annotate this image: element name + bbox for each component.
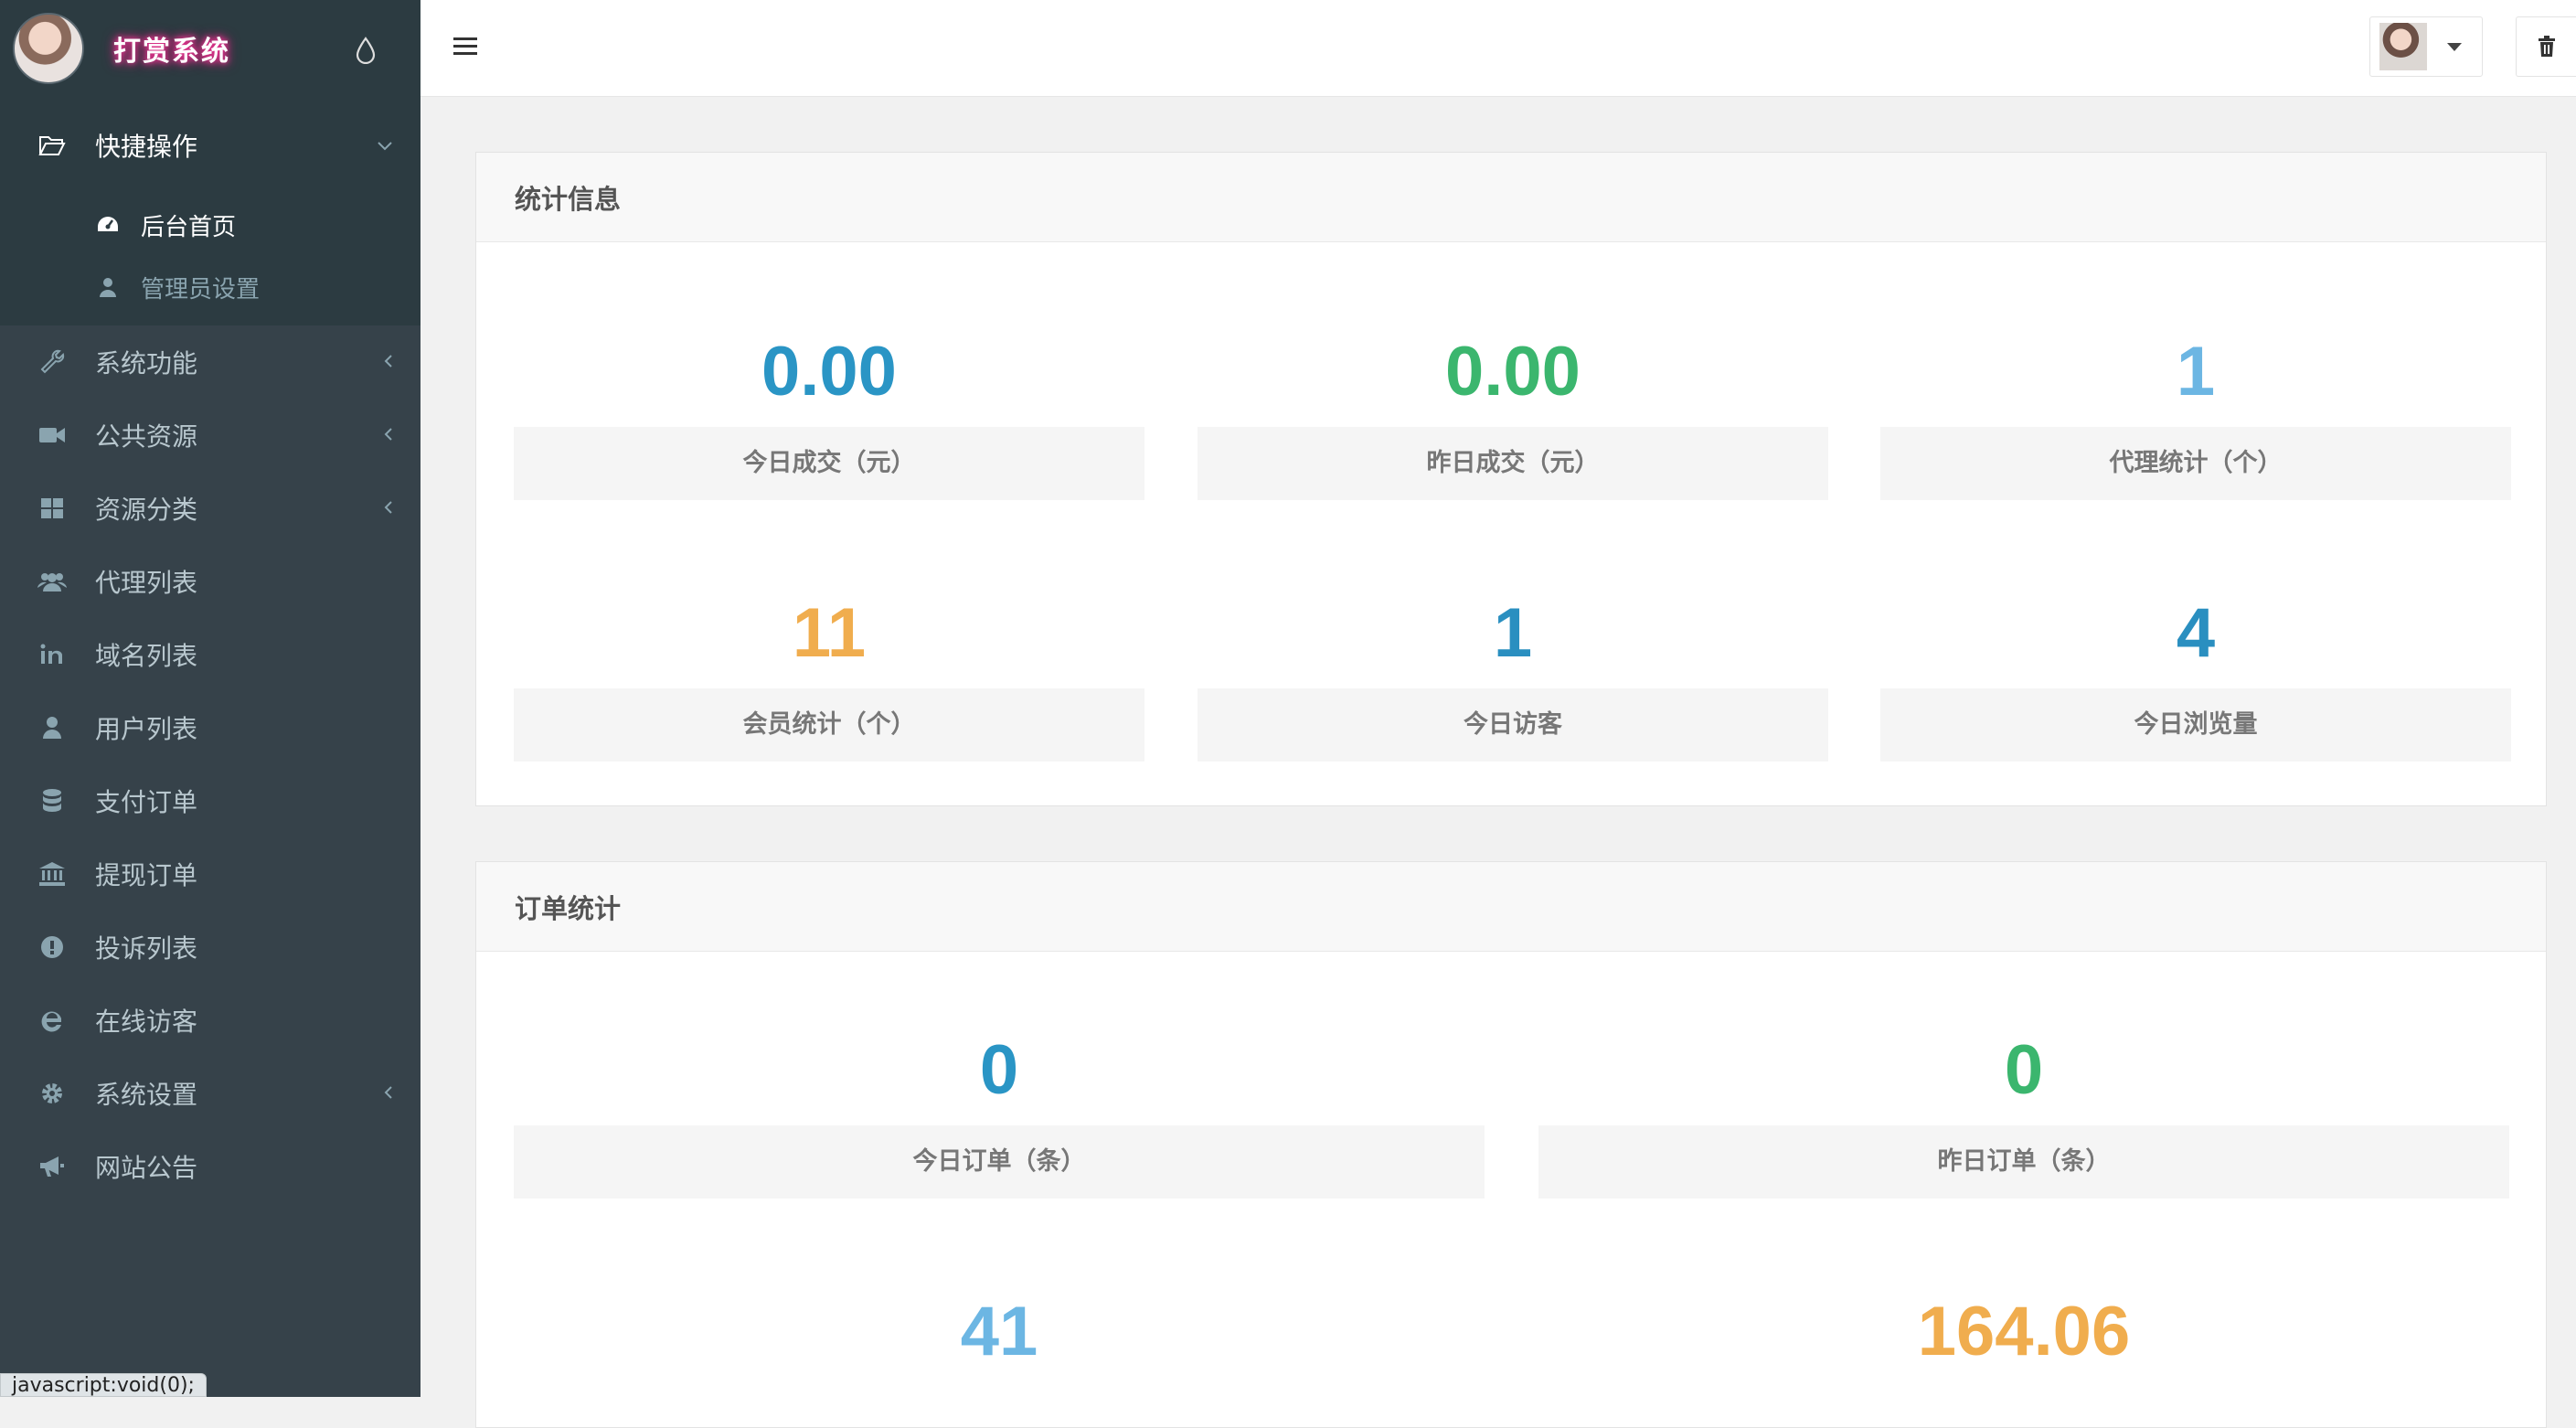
sidebar-item-label: 投诉列表 <box>95 933 198 964</box>
panel-title: 订单统计 <box>476 862 2546 952</box>
sidebar-item-domain-list[interactable]: 域名列表 <box>0 618 420 691</box>
stat-today-revenue: 0.00 今日成交（元） <box>514 317 1144 500</box>
stat-yesterday-orders: 0 昨日订单（条） <box>1538 1016 2509 1199</box>
sidebar-item-complaint-list[interactable]: 投诉列表 <box>0 911 420 984</box>
user-icon <box>95 274 121 300</box>
sidebar-item-resource-categories[interactable]: 资源分类 <box>0 472 420 545</box>
brand-header: 打赏系统 <box>0 0 420 97</box>
stat-value: 41 <box>960 1293 1038 1370</box>
sidebar-item-agent-list[interactable]: 代理列表 <box>0 545 420 618</box>
sidebar-item-online-visitors[interactable]: 在线访客 <box>0 984 420 1057</box>
stat-label: 代理统计（个） <box>1880 427 2511 500</box>
stat-value: 0.00 <box>1445 333 1581 410</box>
user-menu-dropdown[interactable] <box>2369 16 2483 77</box>
orders-panel: 订单统计 0 今日订单（条） 0 昨日订单（条） 41 164.06 <box>475 861 2547 1428</box>
sidebar-item-payment-orders[interactable]: 支付订单 <box>0 764 420 837</box>
sidebar-item-label: 资源分类 <box>95 495 198 525</box>
sidebar-item-user-list[interactable]: 用户列表 <box>0 691 420 764</box>
stat-label: 今日浏览量 <box>1880 688 2511 762</box>
user-icon <box>37 712 68 743</box>
panel-title: 统计信息 <box>476 153 2546 242</box>
stat-today-pageviews: 4 今日浏览量 <box>1880 579 2511 762</box>
stat-label: 今日订单（条） <box>514 1125 1485 1199</box>
stat-agent-count: 1 代理统计（个） <box>1880 317 2511 500</box>
sidebar-submenu: 后台首页 管理员设置 <box>0 194 420 325</box>
sidebar-item-label: 用户列表 <box>95 714 198 744</box>
stats-panel: 统计信息 0.00 今日成交（元） 0.00 昨日成交（元） 1 代理统计（个）… <box>475 152 2547 806</box>
stat-total-amount: 164.06 <box>1538 1277 2509 1387</box>
sidebar-item-system-settings[interactable]: 系统设置 <box>0 1057 420 1130</box>
video-camera-icon <box>37 420 68 451</box>
stat-member-count: 11 会员统计（个） <box>514 579 1144 762</box>
stat-value: 0 <box>2004 1031 2044 1109</box>
sidebar-item-label: 管理员设置 <box>141 275 261 304</box>
wrench-icon <box>37 346 68 378</box>
sidebar-group-quick-actions[interactable]: 快捷操作 <box>0 97 420 194</box>
stat-value: 164.06 <box>1917 1293 2131 1370</box>
sidebar-item-label: 系统设置 <box>95 1080 198 1110</box>
users-icon <box>37 566 68 597</box>
sidebar-item-label: 网站公告 <box>95 1153 198 1183</box>
sidebar-item-admin-settings[interactable]: 管理员设置 <box>0 256 420 318</box>
stat-value: 11 <box>792 594 867 672</box>
clear-cache-button[interactable] <box>2516 16 2576 77</box>
top-navbar <box>420 0 2576 97</box>
sidebar-item-label: 系统功能 <box>95 348 198 378</box>
sidebar-group-label: 快捷操作 <box>95 132 198 162</box>
sidebar-item-label: 后台首页 <box>141 213 237 241</box>
user-avatar <box>2379 23 2427 70</box>
exclamation-circle-icon <box>37 932 68 963</box>
database-icon <box>37 785 68 816</box>
sidebar-item-withdraw-orders[interactable]: 提现订单 <box>0 837 420 911</box>
theme-drop-icon[interactable] <box>355 37 377 64</box>
sidebar-item-system-functions[interactable]: 系统功能 <box>0 325 420 399</box>
sidebar: 打赏系统 快捷操作 后台首页 管理员设置 系统功能 公共资源 资源分类 代理列表… <box>0 0 420 1397</box>
stat-label: 会员统计（个） <box>514 688 1144 762</box>
stat-label: 昨日成交（元） <box>1198 427 1828 500</box>
stat-label: 今日访客 <box>1198 688 1828 762</box>
sidebar-item-label: 公共资源 <box>95 421 198 452</box>
stat-value: 1 <box>2176 333 2216 410</box>
browser-status-bar: javascript:void(0); <box>0 1373 207 1397</box>
logo-avatar <box>13 13 84 84</box>
linkedin-icon <box>37 639 68 670</box>
menu-toggle-icon[interactable] <box>453 37 477 57</box>
stat-label: 昨日订单（条） <box>1538 1125 2509 1199</box>
dashboard-icon <box>95 212 121 238</box>
chevron-down-icon <box>377 134 393 157</box>
sidebar-item-label: 代理列表 <box>95 568 198 598</box>
sidebar-item-public-resources[interactable]: 公共资源 <box>0 399 420 472</box>
gear-icon <box>37 1078 68 1109</box>
stat-yesterday-revenue: 0.00 昨日成交（元） <box>1198 317 1828 500</box>
stat-value: 0 <box>979 1031 1019 1109</box>
chevron-left-icon <box>384 424 393 447</box>
sidebar-item-site-announcement[interactable]: 网站公告 <box>0 1130 420 1203</box>
stat-label: 今日成交（元） <box>514 427 1144 500</box>
folder-open-icon <box>37 130 68 161</box>
bullhorn-icon <box>37 1151 68 1182</box>
stat-today-orders: 0 今日订单（条） <box>514 1016 1485 1199</box>
chevron-left-icon <box>384 1082 393 1105</box>
stat-today-visitors: 1 今日访客 <box>1198 579 1828 762</box>
chevron-left-icon <box>384 497 393 520</box>
sidebar-item-label: 在线访客 <box>95 1007 198 1037</box>
chevron-left-icon <box>384 351 393 374</box>
brand-title: 打赏系统 <box>113 36 230 68</box>
sidebar-item-label: 域名列表 <box>95 641 198 671</box>
trash-icon <box>2538 36 2555 57</box>
sidebar-item-label: 支付订单 <box>95 787 198 817</box>
stat-total-orders: 41 <box>514 1277 1485 1387</box>
sidebar-item-label: 提现订单 <box>95 860 198 890</box>
ie-icon <box>37 1005 68 1036</box>
stat-value: 1 <box>1493 594 1533 672</box>
stat-value: 4 <box>2176 594 2216 672</box>
stat-value: 0.00 <box>761 333 897 410</box>
grid-icon <box>37 493 68 524</box>
sidebar-item-dashboard[interactable]: 后台首页 <box>0 194 420 256</box>
bank-icon <box>37 858 68 890</box>
caret-down-icon <box>2447 42 2462 51</box>
